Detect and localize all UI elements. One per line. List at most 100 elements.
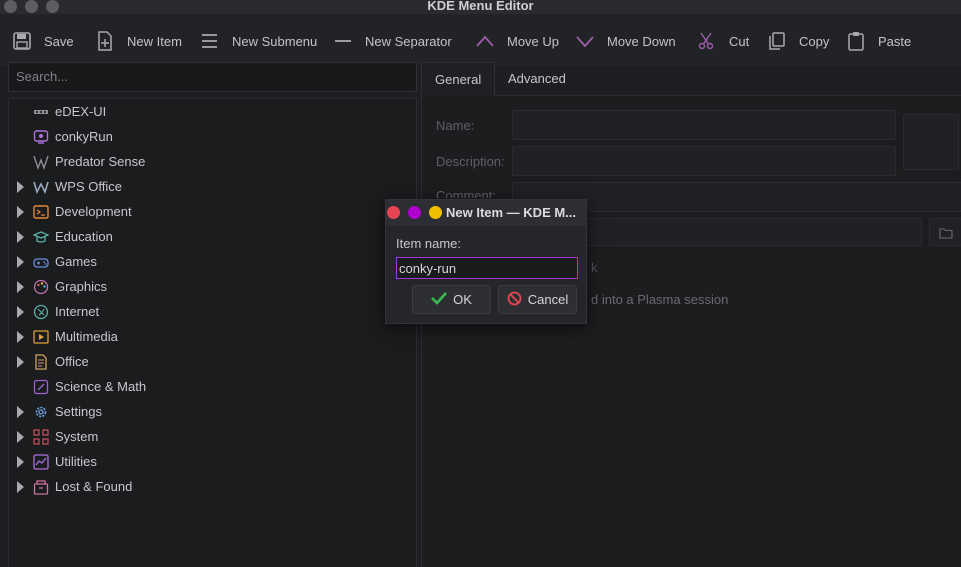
system-grid-icon [33, 428, 49, 445]
dialog-maximize-button[interactable] [429, 206, 442, 219]
new-item-button[interactable]: New Item [95, 30, 182, 52]
tree-item-predator-sense[interactable]: Predator Sense [9, 149, 416, 174]
move-down-button[interactable]: Move Down [575, 30, 676, 52]
paste-label: Paste [878, 33, 912, 49]
scissors-icon [697, 31, 717, 51]
dialog-minimize-button[interactable] [408, 206, 421, 219]
tree-item-office[interactable]: Office [9, 349, 416, 374]
expand-arrow-icon[interactable] [17, 205, 24, 218]
separator-line-icon [333, 31, 353, 51]
copy-label: Copy [799, 33, 830, 49]
paste-button[interactable]: Paste [846, 30, 911, 52]
tree-item-wps-office[interactable]: WPS Office [9, 174, 416, 199]
clipboard-icon [846, 31, 866, 51]
menu-lines-icon [200, 31, 220, 51]
new-separator-button[interactable]: New Separator [333, 30, 452, 52]
name-label: Name: [436, 118, 475, 133]
tree-item-label: Office [55, 354, 89, 369]
tree-item-label: Utilities [55, 454, 97, 469]
save-label: Save [44, 33, 74, 49]
icon-button[interactable] [903, 114, 959, 170]
save-icon [12, 31, 32, 51]
expand-arrow-icon[interactable] [17, 480, 24, 493]
tab-advanced[interactable]: Advanced [495, 62, 579, 97]
cut-label: Cut [729, 33, 750, 49]
move-down-label: Move Down [607, 33, 676, 49]
cut-button[interactable]: Cut [697, 30, 749, 52]
tree-item-lost-found[interactable]: Lost & Found [9, 474, 416, 499]
expand-arrow-icon[interactable] [17, 280, 24, 293]
tree-item-multimedia[interactable]: Multimedia [9, 324, 416, 349]
move-up-button[interactable]: Move Up [475, 30, 559, 52]
expand-arrow-icon[interactable] [17, 405, 24, 418]
ok-button[interactable]: OK [412, 285, 491, 314]
tree-item-label: conkyRun [55, 129, 113, 144]
chart-line-icon [33, 453, 49, 470]
gear-icon [33, 404, 49, 420]
tree-item-label: Lost & Found [55, 479, 133, 494]
expand-arrow-icon[interactable] [17, 330, 24, 343]
tree-item-conkyrun[interactable]: conkyRun [9, 124, 416, 149]
media-icon [33, 329, 49, 345]
tree-item-games[interactable]: Games [9, 249, 416, 274]
save-button[interactable]: Save [12, 30, 74, 52]
box-icon [33, 479, 49, 495]
science-icon [33, 379, 49, 395]
tree-item-label: Education [55, 229, 113, 244]
item-name-input[interactable] [396, 257, 578, 279]
name-field[interactable] [512, 110, 896, 140]
description-field[interactable] [512, 146, 896, 176]
tab-general[interactable]: General [421, 62, 496, 97]
expand-arrow-icon[interactable] [17, 305, 24, 318]
edex-icon [33, 104, 49, 120]
expand-arrow-icon[interactable] [17, 230, 24, 243]
new-separator-label: New Separator [365, 33, 452, 49]
expand-arrow-icon[interactable] [17, 430, 24, 443]
tree-item-education[interactable]: Education [9, 224, 416, 249]
cancel-button[interactable]: Cancel [498, 285, 577, 314]
search-box [8, 62, 417, 92]
tree-item-utilities[interactable]: Utilities [9, 449, 416, 474]
copy-icon [767, 31, 787, 51]
tree-item-system[interactable]: System [9, 424, 416, 449]
tree-item-science-math[interactable]: Science & Math [9, 374, 416, 399]
dialog-close-button[interactable] [387, 206, 400, 219]
tree-item-label: Multimedia [55, 329, 118, 344]
search-input[interactable] [16, 69, 409, 84]
tree-item-development[interactable]: Development [9, 199, 416, 224]
chevron-down-icon [575, 31, 595, 51]
tree-item-label: Internet [55, 304, 100, 319]
palette-icon [33, 279, 49, 295]
tree-item-edex-ui[interactable]: eDEX-UI [9, 99, 416, 124]
expand-arrow-icon[interactable] [17, 180, 24, 193]
new-submenu-button[interactable]: New Submenu [200, 30, 317, 52]
window-title: KDE Menu Editor [427, 0, 534, 13]
expand-arrow-icon[interactable] [17, 255, 24, 268]
tree-item-label: Games [55, 254, 97, 269]
tree-item-label: Predator Sense [55, 154, 146, 169]
toolbar: Save New Item New Submenu New Separator … [0, 14, 961, 66]
menu-tree: eDEX-UI conkyRun Predator Sense WPS Offi… [8, 98, 417, 567]
tree-item-label: Science & Math [55, 379, 147, 394]
tree-item-label: eDEX-UI [55, 104, 107, 119]
terminal-icon [33, 204, 49, 220]
ok-label: OK [453, 292, 472, 307]
tree-item-label: System [55, 429, 99, 444]
move-up-label: Move Up [507, 33, 560, 49]
checkmark-icon [431, 291, 448, 308]
conky-icon [33, 129, 49, 145]
tree-item-label: Settings [55, 404, 102, 419]
folder-icon [939, 227, 953, 242]
office-icon [33, 353, 49, 370]
expand-arrow-icon[interactable] [17, 455, 24, 468]
copy-button[interactable]: Copy [767, 30, 829, 52]
tree-item-internet[interactable]: Internet [9, 299, 416, 324]
tree-item-label: WPS Office [55, 179, 122, 194]
item-name-label: Item name: [396, 236, 462, 251]
browse-button[interactable] [929, 218, 961, 246]
tree-item-settings[interactable]: Settings [9, 399, 416, 424]
wps-icon [33, 179, 49, 195]
expand-arrow-icon[interactable] [17, 355, 24, 368]
tree-item-label: Graphics [55, 279, 108, 294]
tree-item-graphics[interactable]: Graphics [9, 274, 416, 299]
